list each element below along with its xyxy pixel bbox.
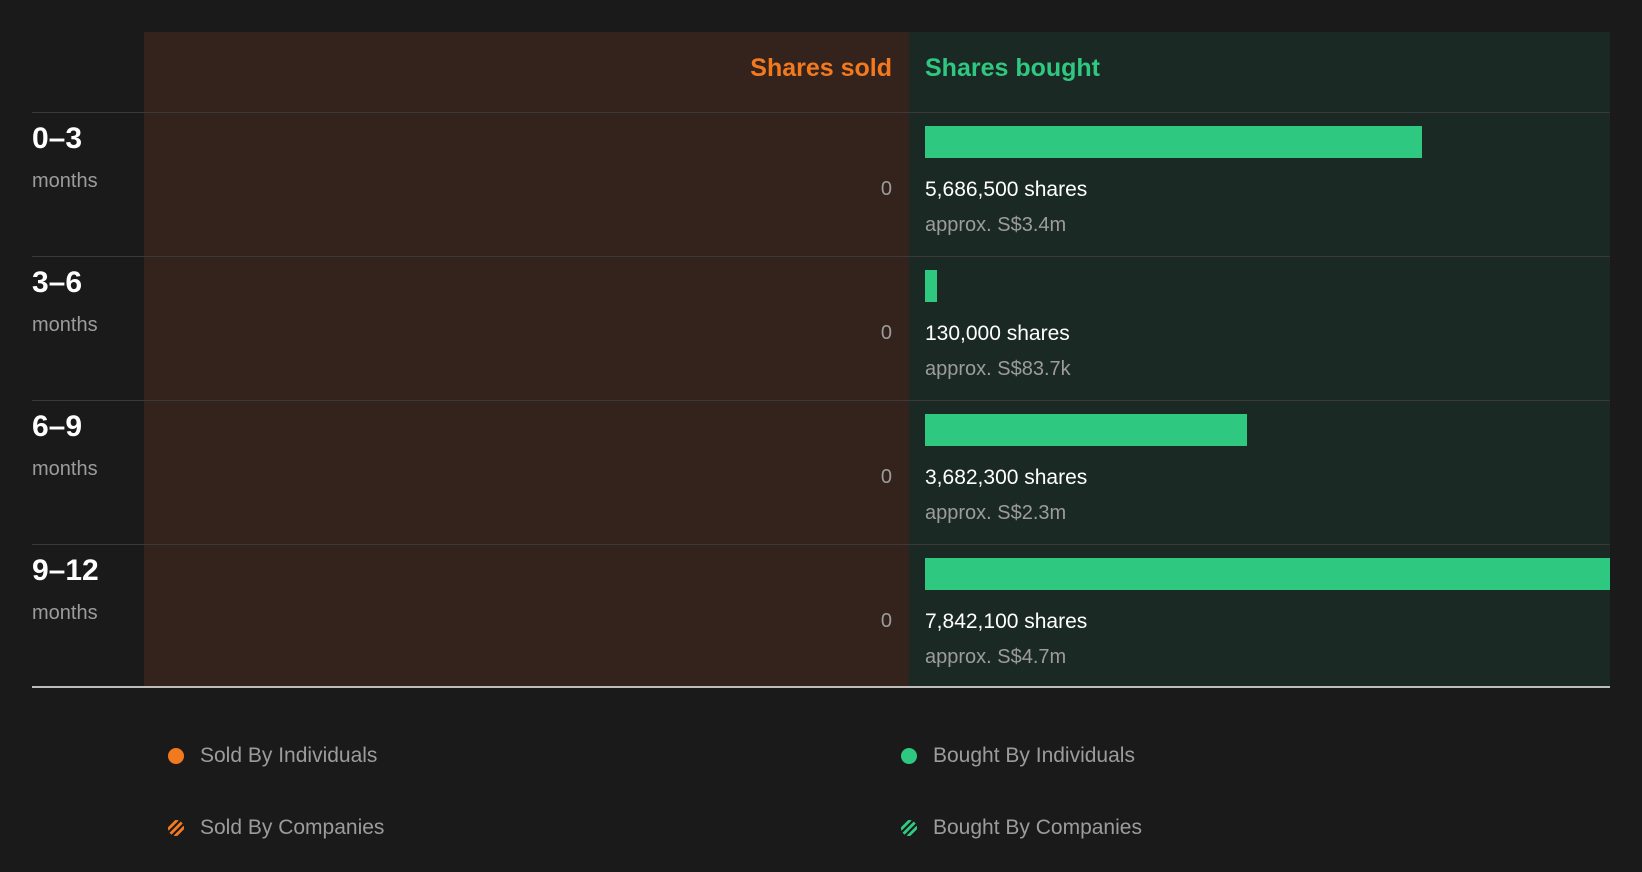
dot-icon (901, 748, 917, 764)
bought-value-label: 5,686,500 shares (925, 178, 1088, 201)
bought-bar (925, 414, 1247, 446)
bought-approx-label: approx. S$3.4m (925, 214, 1067, 236)
chart-row: 0–3 months 0 5,686,500 shares approx. S$3.4m (0, 112, 1642, 256)
insider-trading-chart: Shares sold Shares bought 0–3 months 0 5,68… (0, 0, 1642, 700)
period-label: 3–6 (32, 266, 83, 299)
shares-sold-header: Shares sold (750, 54, 892, 82)
striped-dot-icon (901, 820, 917, 836)
legend-label: Bought By Companies (933, 816, 1142, 839)
bought-bar (925, 558, 1610, 590)
bought-value-label: 7,842,100 shares (925, 610, 1088, 633)
bought-approx-label: approx. S$83.7k (925, 358, 1071, 380)
legend-item: Bought By Individuals (901, 741, 1135, 771)
chart-legend: Sold By Individuals Bought By Individuals… (0, 700, 1642, 872)
period-label: 0–3 (32, 122, 83, 155)
period-label: 9–12 (32, 554, 99, 587)
legend-item: Bought By Companies (901, 813, 1142, 843)
period-unit-label: months (32, 602, 98, 624)
bought-approx-label: approx. S$2.3m (925, 502, 1067, 524)
period-unit-label: months (32, 170, 98, 192)
bought-value-label: 3,682,300 shares (925, 466, 1088, 489)
bought-approx-label: approx. S$4.7m (925, 646, 1067, 668)
legend-item: Sold By Individuals (168, 741, 377, 771)
period-label: 6–9 (32, 410, 83, 443)
shares-bought-header: Shares bought (925, 54, 1101, 82)
bought-value-label: 130,000 shares (925, 322, 1070, 345)
legend-item: Sold By Companies (168, 813, 384, 843)
legend-label: Sold By Companies (200, 816, 385, 839)
sold-value-label: 0 (880, 610, 892, 632)
sold-value-label: 0 (880, 466, 892, 488)
bought-bar (925, 126, 1422, 158)
sold-value-label: 0 (880, 322, 892, 344)
chart-baseline (32, 686, 1610, 688)
period-unit-label: months (32, 458, 98, 480)
legend-label: Sold By Individuals (200, 744, 378, 767)
dot-icon (168, 748, 184, 764)
period-unit-label: months (32, 314, 98, 336)
chart-row: 9–12 months 0 7,842,100 shares approx. S$4.7… (0, 544, 1642, 688)
legend-label: Bought By Individuals (933, 744, 1135, 767)
striped-dot-icon (168, 820, 184, 836)
bought-bar (925, 270, 937, 302)
sold-value-label: 0 (880, 178, 892, 200)
chart-row: 3–6 months 0 130,000 shares approx. S$83.7k (0, 256, 1642, 400)
chart-row: 6–9 months 0 3,682,300 shares approx. S$2.3m (0, 400, 1642, 544)
